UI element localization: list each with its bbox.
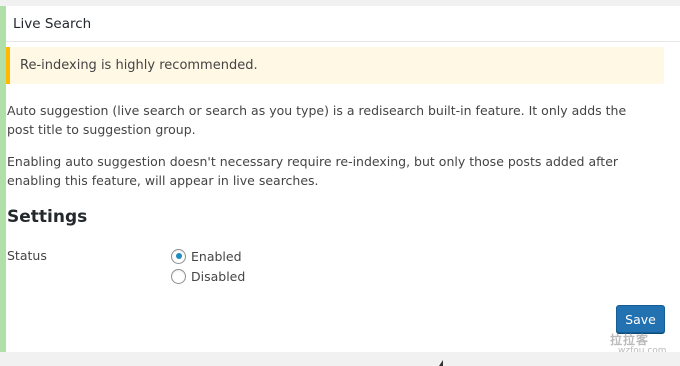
enabled-label: Enabled [191, 248, 242, 264]
page-background-bottom [0, 352, 680, 366]
save-button[interactable]: Save [616, 305, 665, 333]
panel-title: Live Search [13, 16, 92, 32]
disabled-label: Disabled [191, 268, 246, 284]
settings-heading: Settings [7, 207, 88, 227]
enabled-radio[interactable] [171, 248, 186, 264]
disabled-radio[interactable] [171, 268, 186, 284]
status-label: Status [7, 248, 47, 263]
mouse-cursor-icon [439, 360, 443, 366]
status-disabled-option[interactable]: Disabled [171, 267, 245, 285]
reindex-notice: Re-indexing is highly recommended. [6, 47, 664, 84]
description-paragraph-1: Auto suggestion (live search or search a… [7, 103, 627, 137]
panel-header: Live Search [6, 6, 680, 42]
description-paragraph-2: Enabling auto suggestion doesn't necessa… [7, 154, 619, 188]
status-enabled-option[interactable]: Enabled [171, 247, 242, 265]
notice-text: Re-indexing is highly recommended. [20, 58, 258, 73]
